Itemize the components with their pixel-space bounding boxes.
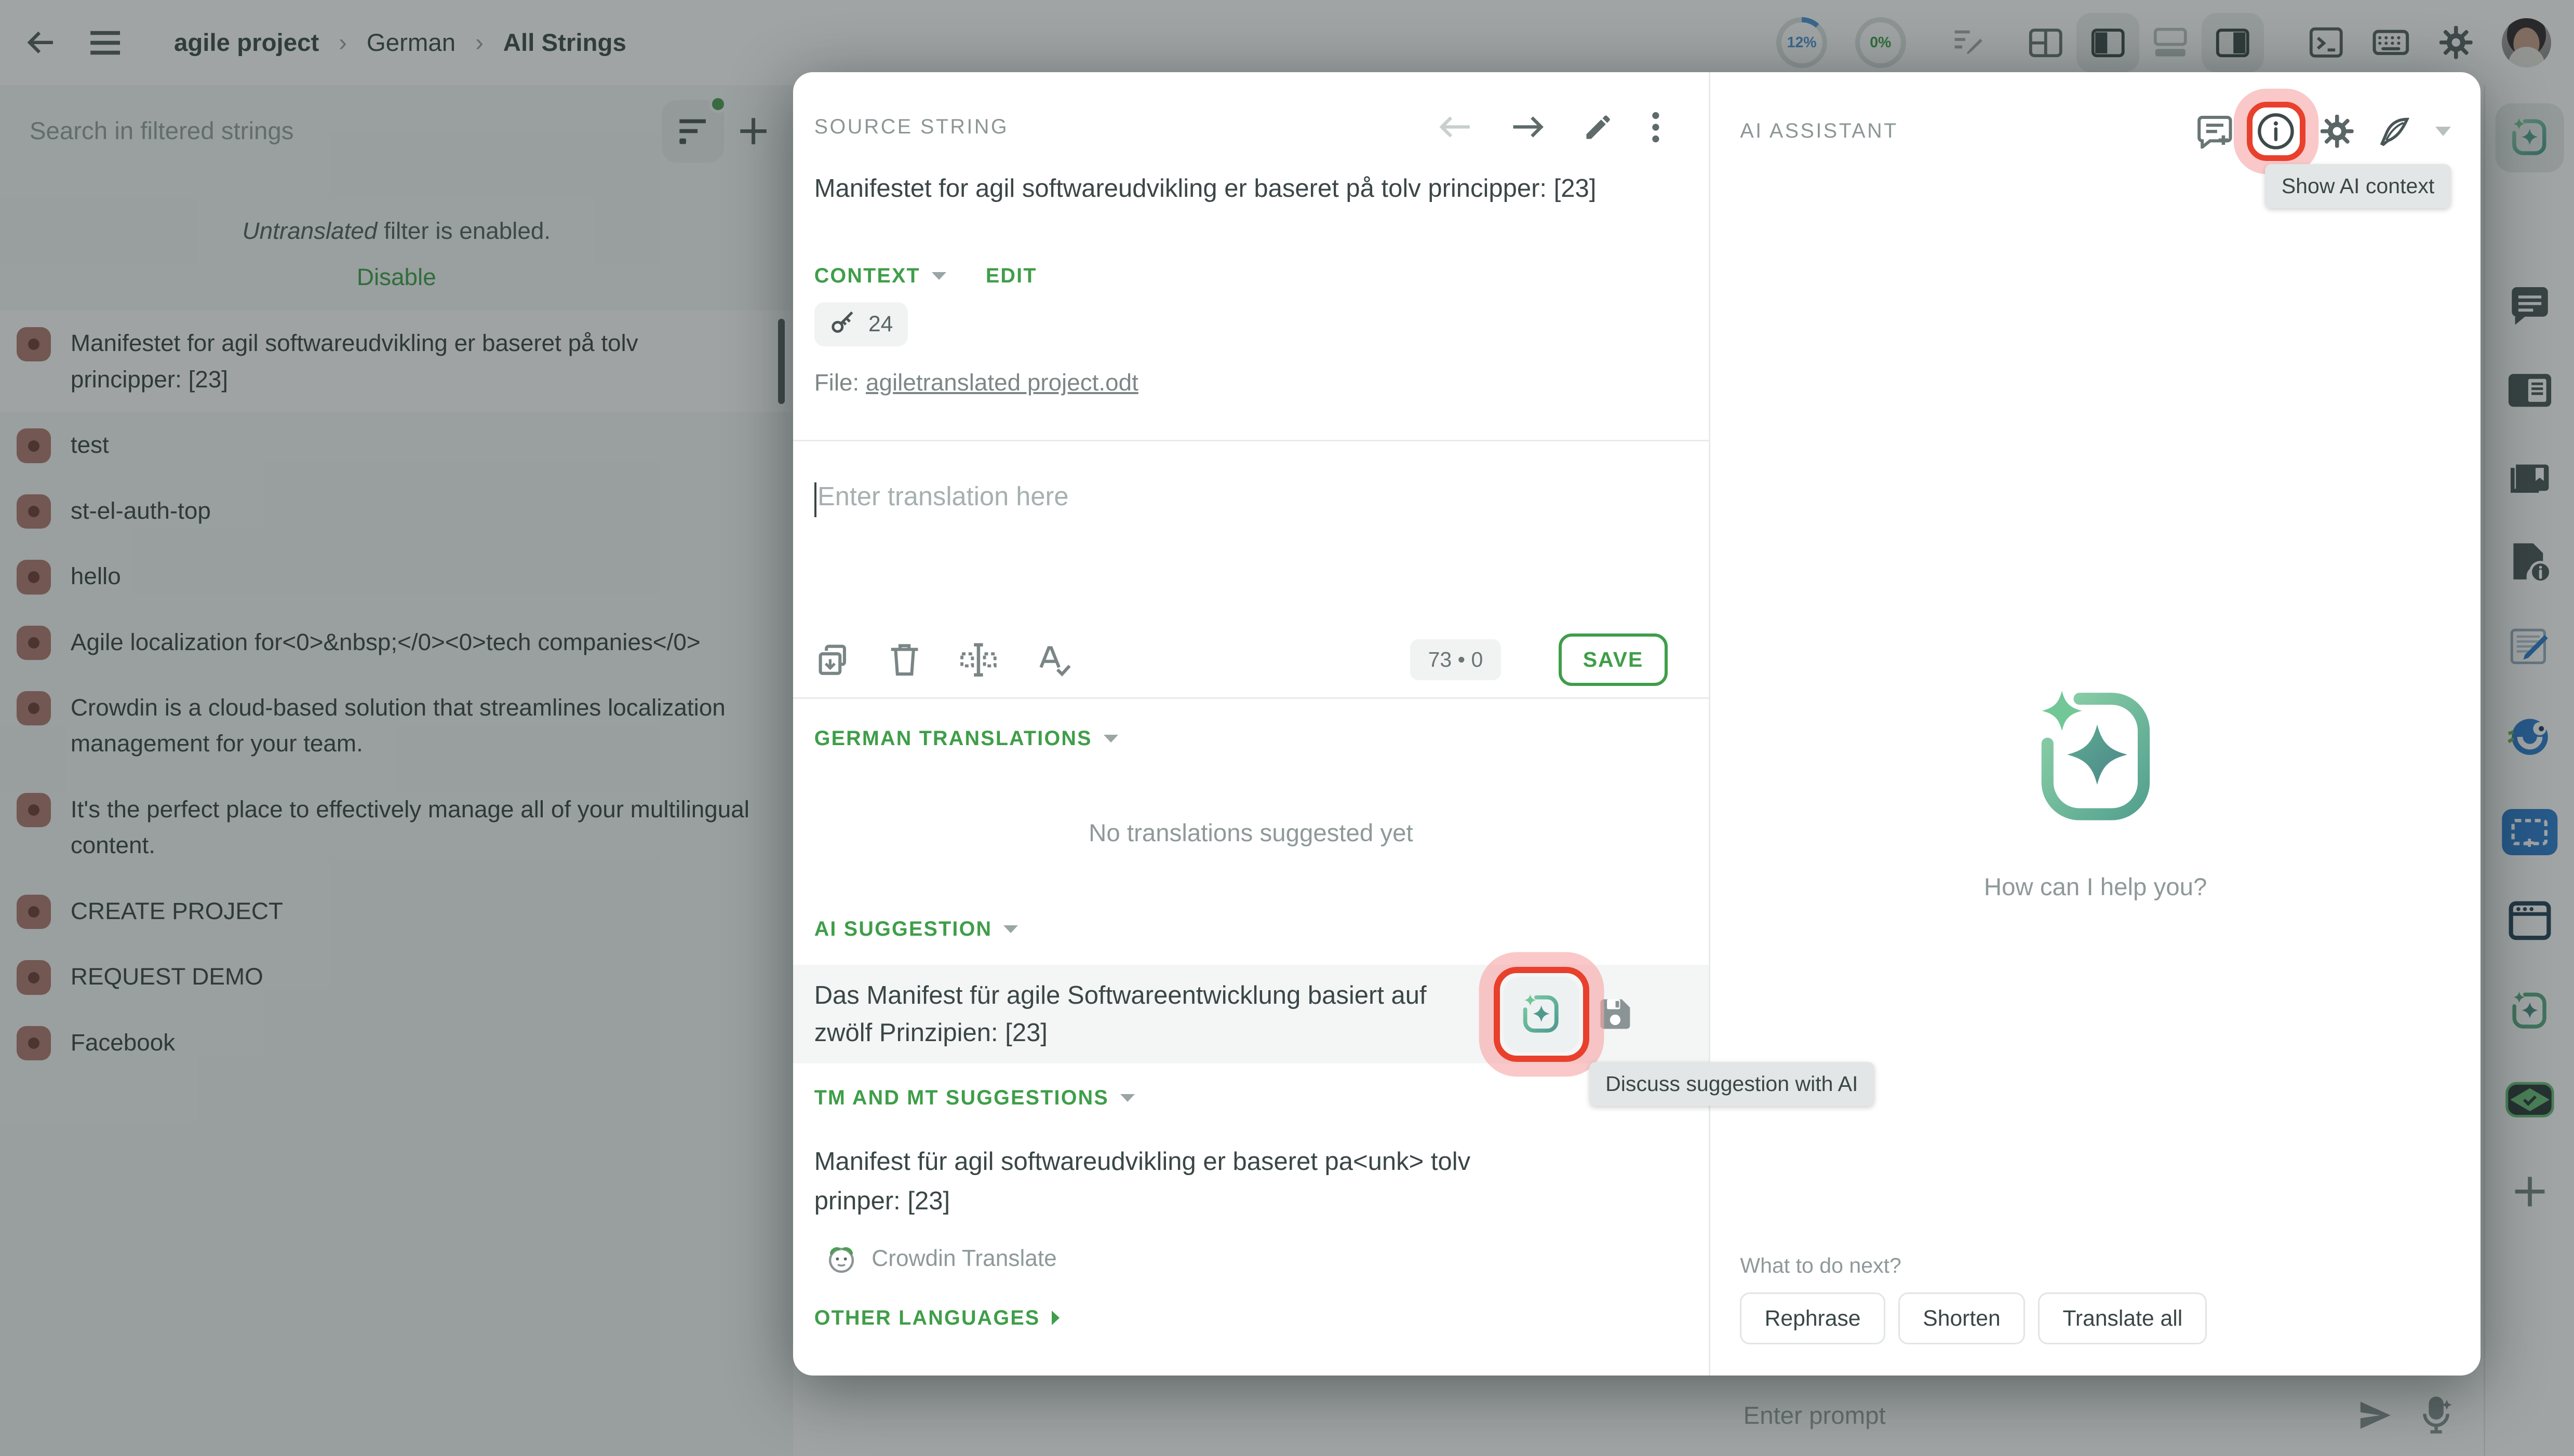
file-link[interactable]: agiletranslated project.odt <box>866 369 1138 396</box>
chevron-down-icon <box>1120 1094 1135 1102</box>
char-counter: 73 • 0 <box>1410 639 1501 680</box>
discuss-suggestion-button[interactable] <box>1504 977 1579 1052</box>
key-icon <box>829 310 857 338</box>
source-string-title: SOURCE STRING <box>814 115 1009 139</box>
more-options-icon[interactable] <box>1652 112 1660 143</box>
ai-assistant-logo <box>2025 686 2166 827</box>
chevron-down-icon <box>932 272 946 280</box>
german-translations-dropdown[interactable]: GERMAN TRANSLATIONS <box>814 727 1118 750</box>
ai-suggestion-dropdown[interactable]: AI SUGGESTION <box>814 918 1018 941</box>
other-languages-toggle[interactable]: OTHER LANGUAGES <box>814 1306 1060 1330</box>
translation-editor <box>793 441 1709 622</box>
chevron-right-icon <box>1052 1311 1060 1325</box>
spellcheck-icon[interactable] <box>1036 642 1074 678</box>
no-translations-message: No translations suggested yet <box>793 819 1709 847</box>
tm-suggestion-text[interactable]: Manifest für agil softwareudvikling er b… <box>814 1142 1557 1221</box>
show-ai-context-button[interactable] <box>2256 112 2296 151</box>
editor-toolbar: 73 • 0 SAVE <box>814 622 1668 697</box>
ai-suggestion-row[interactable]: Das Manifest für agile Softwareentwicklu… <box>793 965 1709 1063</box>
source-string-text: Manifestet for agil softwareudvikling er… <box>814 174 1696 203</box>
prompt-editor-quill-icon[interactable] <box>2378 114 2412 149</box>
ai-empty-state: How can I help you? <box>1710 686 2480 901</box>
save-button[interactable]: SAVE <box>1559 633 1668 686</box>
save-suggestion-icon[interactable] <box>1596 994 1635 1034</box>
file-row: File: agiletranslated project.odt <box>814 369 1138 396</box>
ai-sparkle-icon <box>1519 992 1563 1036</box>
new-conversation-icon[interactable] <box>2196 114 2234 149</box>
copy-source-icon[interactable] <box>814 642 851 678</box>
text-caret <box>814 482 817 517</box>
crowdin-translate-icon <box>826 1244 857 1274</box>
source-string-section: SOURCE STRING Manifestet for <box>793 72 1709 1376</box>
info-icon <box>2256 112 2296 151</box>
ai-quick-actions: What to do next? Rephrase Shorten Transl… <box>1740 1253 2451 1344</box>
translate-all-button[interactable]: Translate all <box>2038 1292 2207 1344</box>
ai-greeting: How can I help you? <box>1710 873 2480 901</box>
ai-settings-gear-icon[interactable] <box>2319 113 2355 150</box>
next-string-icon[interactable] <box>1510 112 1545 142</box>
edit-context-button[interactable]: EDIT <box>986 264 1037 288</box>
collapse-chevron-icon[interactable] <box>2435 127 2451 136</box>
discuss-suggestion-tooltip: Discuss suggestion with AI <box>1589 1062 1875 1106</box>
clear-translation-icon[interactable] <box>888 642 921 678</box>
chevron-down-icon <box>1003 925 1018 933</box>
previous-string-icon[interactable] <box>1438 112 1472 142</box>
ai-suggestion-text: Das Manifest für agile Softwareentwicklu… <box>814 977 1487 1052</box>
next-actions-label: What to do next? <box>1740 1253 2451 1278</box>
tm-mt-suggestions-dropdown[interactable]: TM AND MT SUGGESTIONS <box>814 1086 1135 1110</box>
select-text-icon[interactable] <box>959 642 998 678</box>
ai-assistant-section: AI ASSISTANT <box>1710 72 2480 1376</box>
translation-input[interactable] <box>793 441 1709 622</box>
crowdin-editor-screen: agile project › German › All Strings 12%… <box>0 0 2574 1456</box>
chevron-down-icon <box>1104 735 1118 743</box>
divider <box>793 697 1709 699</box>
edit-source-icon[interactable] <box>1583 112 1614 143</box>
context-dropdown[interactable]: CONTEXT <box>814 264 946 288</box>
ai-assistant-title: AI ASSISTANT <box>1740 119 1898 143</box>
editor-panel: SOURCE STRING Manifestet for <box>793 72 2481 1376</box>
tm-provider-label: Crowdin Translate <box>872 1246 1057 1272</box>
string-key-chip[interactable]: 24 <box>814 302 908 346</box>
shorten-button[interactable]: Shorten <box>1898 1292 2025 1344</box>
tm-provider-row: Crowdin Translate <box>826 1244 1057 1274</box>
rephrase-button[interactable]: Rephrase <box>1740 1292 1885 1344</box>
show-ai-context-tooltip: Show AI context <box>2265 164 2451 208</box>
